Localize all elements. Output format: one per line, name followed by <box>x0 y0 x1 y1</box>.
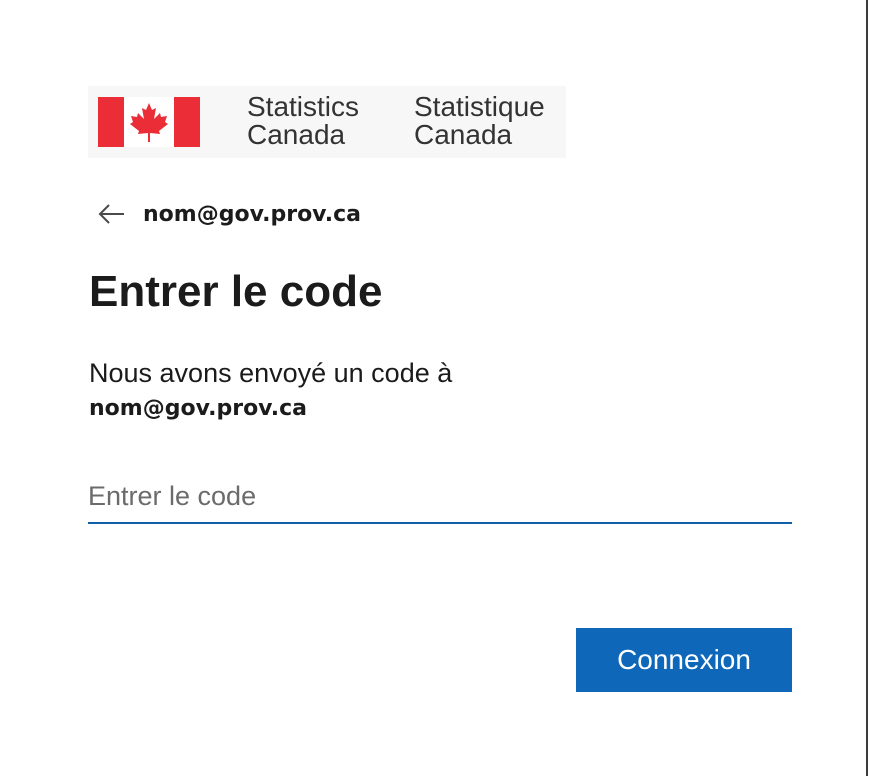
back-row: nom@gov.prov.ca <box>96 196 361 232</box>
code-sent-description: Nous avons envoyé un code à nom@gov.prov… <box>89 355 452 427</box>
arrow-left-icon[interactable] <box>96 202 126 226</box>
code-input[interactable] <box>88 470 792 524</box>
sign-in-page: Statistics Canada Statistique Canada nom… <box>0 0 882 776</box>
statcan-logo: Statistics Canada Statistique Canada <box>88 86 566 158</box>
description-text: Nous avons envoyé un code à <box>89 358 453 388</box>
wordmark-english: Statistics Canada <box>247 91 360 150</box>
account-email: nom@gov.prov.ca <box>143 201 361 227</box>
window-edge <box>866 0 868 776</box>
sign-in-button[interactable]: Connexion <box>576 628 792 692</box>
canada-flag-icon <box>98 97 200 147</box>
wordmark-french: Statistique Canada <box>414 91 545 150</box>
description-email: nom@gov.prov.ca <box>89 396 307 421</box>
page-title: Entrer le code <box>89 267 383 316</box>
